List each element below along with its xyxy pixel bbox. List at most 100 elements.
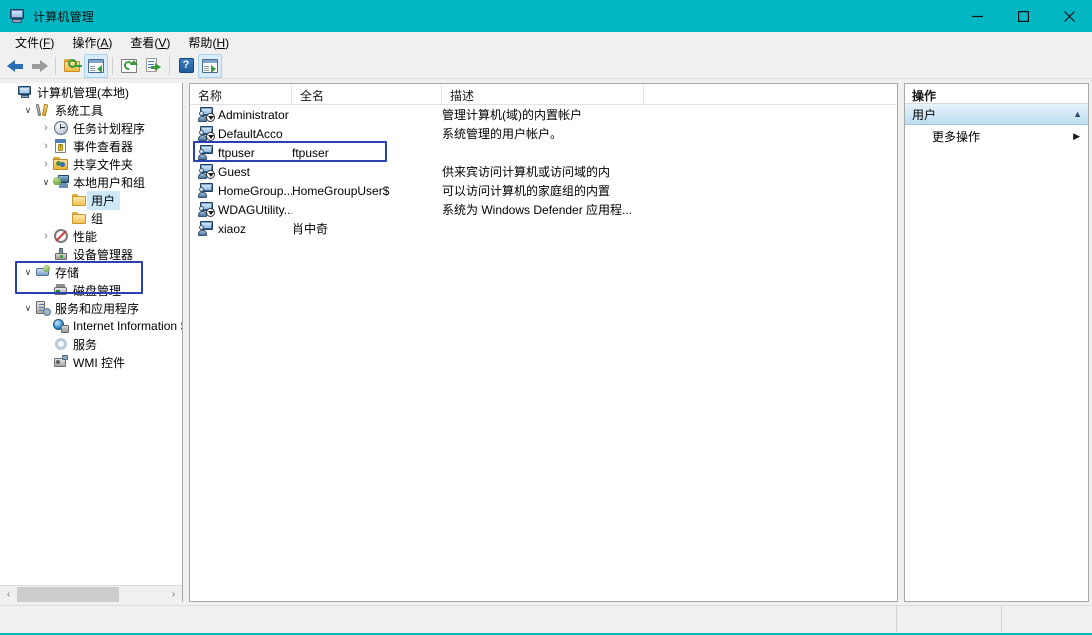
tree-item-6[interactable]: 用户 bbox=[0, 190, 182, 210]
tree-item-9[interactable]: 设备管理器 bbox=[0, 245, 182, 263]
tree-item-11[interactable]: 磁盘管理 bbox=[0, 281, 182, 299]
cell-name: WDAGUtility... bbox=[190, 202, 292, 217]
cell-name: Administrator bbox=[190, 107, 292, 122]
tree-indent-spacer bbox=[57, 191, 71, 209]
menu-file-label: 文件 bbox=[15, 35, 40, 50]
tree-item-label: 服务 bbox=[73, 337, 98, 352]
tree-item-10[interactable]: ∨ 存储 bbox=[0, 263, 182, 281]
menu-action[interactable]: 操作(A) bbox=[63, 32, 121, 54]
chevron-down-icon[interactable]: ∨ bbox=[21, 263, 35, 281]
user-icon bbox=[198, 145, 214, 160]
forward-arrow-icon bbox=[31, 59, 48, 73]
status-left bbox=[0, 605, 897, 632]
chevron-right-icon[interactable]: › bbox=[39, 155, 53, 173]
tree-item-0[interactable]: 计算机管理(本地) bbox=[0, 83, 182, 101]
help-button[interactable]: ? bbox=[174, 54, 198, 78]
column-header-filler bbox=[644, 84, 897, 104]
column-header-name[interactable]: 名称 bbox=[190, 84, 292, 104]
export-list-button[interactable] bbox=[141, 54, 165, 78]
maximize-button[interactable] bbox=[1000, 0, 1046, 32]
chevron-right-icon[interactable]: ▶ bbox=[1073, 131, 1080, 142]
back-button[interactable] bbox=[3, 54, 27, 78]
tree-indent-spacer bbox=[39, 317, 53, 335]
tree-item-label: 设备管理器 bbox=[73, 247, 134, 262]
column-header-fullname[interactable]: 全名 bbox=[292, 84, 442, 104]
table-row[interactable]: HomeGroup... HomeGroupUser$ 可以访问计算机的家庭组的内置 bbox=[190, 181, 897, 200]
actions-pane-title: 操作 bbox=[905, 84, 1088, 104]
tree-item-label: WMI 控件 bbox=[73, 355, 125, 370]
minimize-button[interactable] bbox=[954, 0, 1000, 32]
users-list-body: Administrator 管理计算机(域)的内置帐户 DefaultAcco 系统管… bbox=[190, 105, 897, 238]
toolbar-separator-3 bbox=[169, 56, 170, 75]
menu-view[interactable]: 查看(V) bbox=[121, 32, 179, 54]
cell-fullname: HomeGroupUser$ bbox=[292, 183, 390, 198]
table-row[interactable]: ftpuser ftpuser bbox=[190, 143, 897, 162]
scroll-left-arrow-icon[interactable]: ‹ bbox=[0, 586, 17, 603]
chevron-right-icon[interactable]: › bbox=[39, 227, 53, 245]
tree-item-3[interactable]: ›! 事件查看器 bbox=[0, 137, 182, 155]
export-list-icon bbox=[145, 58, 161, 73]
tree-item-12[interactable]: ∨ 服务和应用程序 bbox=[0, 299, 182, 317]
tree-item-2[interactable]: › 任务计划程序 bbox=[0, 119, 182, 137]
chevron-down-icon[interactable]: ∨ bbox=[21, 101, 35, 119]
tree-item-label: 系统工具 bbox=[55, 103, 104, 118]
chevron-right-icon[interactable]: › bbox=[39, 119, 53, 137]
tree-item-5[interactable]: ∨ 本地用户和组 bbox=[0, 173, 182, 191]
scrollbar-thumb[interactable] bbox=[17, 586, 119, 602]
tree-item-label: 磁盘管理 bbox=[73, 283, 122, 298]
tree-item-label: 组 bbox=[91, 211, 104, 226]
window-controls bbox=[954, 0, 1092, 32]
event-log-icon: ! bbox=[53, 138, 69, 154]
table-row[interactable]: Guest 供来宾访问计算机或访问域的内 bbox=[190, 162, 897, 181]
tree-horizontal-scrollbar[interactable]: ‹ › bbox=[0, 585, 182, 602]
column-header-description[interactable]: 描述 bbox=[442, 84, 644, 104]
menu-file[interactable]: 文件(F) bbox=[6, 32, 63, 54]
tree-indent-spacer bbox=[3, 83, 17, 101]
tools-icon bbox=[35, 102, 51, 118]
tree-item-15[interactable]: WMI 控件 bbox=[0, 353, 182, 371]
tree-item-14[interactable]: 服务 bbox=[0, 335, 182, 353]
chevron-right-icon[interactable]: › bbox=[39, 137, 53, 155]
cell-name: DefaultAcco bbox=[190, 126, 292, 141]
table-row[interactable]: xiaoz 肖中奇 bbox=[190, 219, 897, 238]
refresh-button[interactable] bbox=[117, 54, 141, 78]
menu-action-label: 操作 bbox=[72, 35, 97, 50]
scroll-right-arrow-icon[interactable]: › bbox=[165, 586, 182, 603]
chevron-up-icon[interactable]: ▲ bbox=[1073, 109, 1082, 119]
tree-item-label: 事件查看器 bbox=[73, 139, 134, 154]
toolbar: ? bbox=[0, 53, 1092, 79]
show-action-pane-button[interactable] bbox=[198, 53, 222, 78]
action-more-actions[interactable]: 更多操作 ▶ bbox=[905, 125, 1088, 148]
up-folder-button[interactable] bbox=[60, 54, 84, 78]
action-more-actions-label: 更多操作 bbox=[932, 130, 981, 144]
local-users-icon bbox=[53, 174, 69, 190]
table-row[interactable]: WDAGUtility... 系统为 Windows Defender 应用程..… bbox=[190, 200, 897, 219]
cell-name-label: HomeGroup... bbox=[218, 183, 292, 198]
chevron-down-icon[interactable]: ∨ bbox=[21, 299, 35, 317]
tree-item-7[interactable]: 组 bbox=[0, 209, 182, 227]
show-hide-tree-button[interactable] bbox=[84, 53, 108, 78]
chevron-down-icon[interactable]: ∨ bbox=[39, 173, 53, 191]
table-row[interactable]: DefaultAcco 系统管理的用户帐户。 bbox=[190, 124, 897, 143]
actions-group-users[interactable]: 用户 ▲ bbox=[905, 104, 1088, 125]
cell-name: ftpuser bbox=[190, 145, 292, 160]
iis-icon bbox=[53, 318, 69, 334]
gear-icon bbox=[53, 336, 69, 352]
tree-item-8[interactable]: › 性能 bbox=[0, 227, 182, 245]
forward-button[interactable] bbox=[27, 54, 51, 78]
tree-item-13[interactable]: Internet Information Ser bbox=[0, 317, 182, 335]
table-row[interactable]: Administrator 管理计算机(域)的内置帐户 bbox=[190, 105, 897, 124]
tree-item-label: 性能 bbox=[73, 229, 98, 244]
tree-indent-spacer bbox=[39, 335, 53, 353]
menu-help[interactable]: 帮助(H) bbox=[179, 32, 238, 54]
tree-item-label: 任务计划程序 bbox=[73, 121, 146, 136]
toolbar-separator-2 bbox=[112, 56, 113, 75]
clock-icon bbox=[53, 120, 69, 136]
close-button[interactable] bbox=[1046, 0, 1092, 32]
cell-name: HomeGroup... bbox=[190, 183, 292, 198]
scrollbar-track[interactable] bbox=[17, 585, 165, 602]
tree-item-label: 本地用户和组 bbox=[73, 175, 146, 190]
tree-item-4[interactable]: › 共享文件夹 bbox=[0, 155, 182, 173]
tree-item-1[interactable]: ∨ 系统工具 bbox=[0, 101, 182, 119]
back-arrow-icon bbox=[6, 59, 24, 73]
